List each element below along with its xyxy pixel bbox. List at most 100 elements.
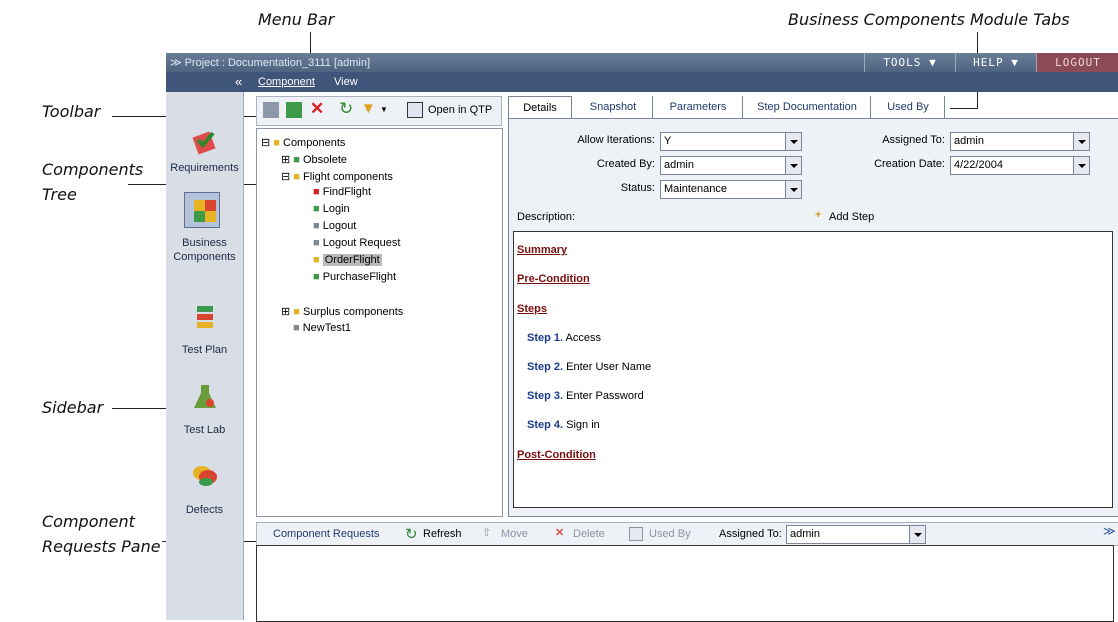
callout-components-tree-1: Components bbox=[42, 160, 144, 179]
tree-node-flight-components[interactable]: ⊟ ■ Flight components bbox=[281, 170, 393, 183]
new-folder-icon[interactable] bbox=[286, 102, 302, 118]
help-label: HELP bbox=[973, 56, 1004, 69]
component-requests-toolbar: Component Requests ↻ Refresh ⇧ Move ✕ De… bbox=[256, 522, 1118, 546]
assigned-to-label: Assigned To: bbox=[882, 134, 945, 146]
help-menu-button[interactable]: HELP ▼ bbox=[955, 53, 1036, 72]
step-item: Step 2. Enter User Name bbox=[527, 361, 651, 373]
tab-details[interactable]: Details bbox=[508, 96, 572, 119]
business-components-icon bbox=[193, 200, 216, 222]
dropdown-arrow-icon[interactable] bbox=[1073, 157, 1089, 174]
tree-node-orderflight[interactable]: ■ OrderFlight bbox=[313, 254, 382, 266]
used-by-button[interactable]: Used By bbox=[649, 528, 691, 540]
callout-requests-1: Component bbox=[42, 512, 135, 531]
requirements-icon bbox=[191, 131, 216, 155]
callout-module-tabs: Business Components Module Tabs bbox=[788, 10, 1070, 29]
callout-components-tree-2: Tree bbox=[42, 185, 77, 204]
dropdown-arrow-icon[interactable] bbox=[909, 526, 925, 543]
tab-label: Used By bbox=[887, 101, 929, 113]
created-by-select[interactable]: admin bbox=[660, 156, 802, 175]
sidebar-item-business-components[interactable]: Business Components bbox=[166, 196, 243, 263]
dropdown-arrow-icon[interactable] bbox=[785, 133, 801, 150]
tree-node-logout-request[interactable]: ■ Logout Request bbox=[313, 237, 400, 249]
tree-node-surplus-components[interactable]: ⊞ ■ Surplus components bbox=[281, 305, 403, 318]
move-up-icon: ⇧ bbox=[482, 527, 492, 539]
allow-iterations-select[interactable]: Y bbox=[660, 132, 802, 151]
summary-heading: Summary bbox=[517, 244, 568, 256]
used-by-icon bbox=[629, 527, 643, 541]
step-text: Sign in bbox=[563, 419, 600, 431]
requests-assigned-to-select[interactable]: admin bbox=[786, 525, 926, 544]
tab-label: Details bbox=[523, 102, 557, 114]
component-error-icon: ■ bbox=[313, 186, 320, 198]
sidebar: Requirements Business Components Test Pl… bbox=[166, 92, 244, 620]
tree-node-login[interactable]: ■ Login bbox=[313, 203, 350, 215]
component-requests-title: Component Requests bbox=[273, 528, 380, 540]
dropdown-arrow-icon[interactable] bbox=[785, 181, 801, 198]
tab-parameters[interactable]: Parameters bbox=[654, 96, 743, 118]
menu-component[interactable]: Component bbox=[258, 76, 315, 88]
delete-button[interactable]: Delete bbox=[573, 528, 605, 540]
steps-heading: Steps bbox=[517, 303, 547, 315]
tree-node-findflight[interactable]: ■ FindFlight bbox=[313, 186, 371, 198]
move-button[interactable]: Move bbox=[501, 528, 528, 540]
add-step-icon: + bbox=[815, 209, 822, 221]
callout-sidebar: Sidebar bbox=[42, 398, 104, 417]
creation-date-select[interactable]: 4/22/2004 bbox=[950, 156, 1090, 175]
tree-node-obsolete[interactable]: ⊞ ■ Obsolete bbox=[281, 153, 347, 166]
tree-node-newtest1[interactable]: ■ NewTest1 bbox=[293, 322, 351, 334]
status-value: Maintenance bbox=[664, 183, 727, 195]
menu-view[interactable]: View bbox=[334, 76, 358, 88]
expand-box-icon[interactable]: ⊞ bbox=[281, 154, 290, 166]
new-component-icon[interactable] bbox=[263, 102, 279, 118]
expand-pane-icon[interactable]: ≫ bbox=[1103, 524, 1116, 538]
test-lab-icon bbox=[193, 385, 216, 408]
dropdown-arrow-icon[interactable] bbox=[1073, 133, 1089, 150]
filter-icon[interactable]: ▼ bbox=[361, 100, 376, 117]
sidebar-item-defects[interactable]: Defects bbox=[166, 460, 243, 516]
sidebar-item-test-plan[interactable]: Test Plan bbox=[166, 302, 243, 356]
creation-date-value: 4/22/2004 bbox=[954, 159, 1003, 171]
tools-menu-button[interactable]: TOOLS ▼ bbox=[864, 53, 955, 72]
creation-date-label: Creation Date: bbox=[874, 158, 945, 170]
sidebar-item-label: Components bbox=[173, 251, 236, 263]
tab-used-by[interactable]: Used By bbox=[872, 96, 945, 118]
chevron-down-icon: ▼ bbox=[929, 56, 937, 69]
tab-label: Step Documentation bbox=[757, 101, 857, 113]
requests-assigned-to-value: admin bbox=[790, 528, 820, 540]
tab-step-documentation[interactable]: Step Documentation bbox=[744, 96, 871, 118]
description-editor[interactable]: Summary Pre-Condition Steps Step 1. Acce… bbox=[513, 231, 1113, 508]
tree-node-purchaseflight[interactable]: ■ PurchaseFlight bbox=[313, 271, 396, 283]
sidebar-item-label: Business bbox=[182, 237, 227, 249]
status-select[interactable]: Maintenance bbox=[660, 180, 802, 199]
created-by-value: admin bbox=[664, 159, 694, 171]
created-by-label: Created By: bbox=[596, 158, 655, 170]
sidebar-item-test-lab[interactable]: Test Lab bbox=[166, 382, 243, 436]
collapse-box-icon[interactable]: ⊟ bbox=[281, 171, 290, 183]
tree-node-components[interactable]: ⊟ ■ Components bbox=[261, 136, 345, 149]
folder-icon: ■ bbox=[293, 171, 300, 183]
delete-icon[interactable]: ✕ bbox=[310, 99, 324, 119]
tab-snapshot[interactable]: Snapshot bbox=[574, 96, 653, 118]
filter-dropdown-icon[interactable]: ▼ bbox=[380, 105, 388, 114]
refresh-button[interactable]: Refresh bbox=[423, 528, 462, 540]
chevron-down-icon: ▼ bbox=[1011, 56, 1019, 69]
sidebar-item-requirements[interactable]: Requirements bbox=[166, 126, 243, 174]
pre-condition-heading: Pre-Condition bbox=[517, 273, 590, 285]
refresh-icon[interactable]: ↻ bbox=[339, 99, 353, 119]
tree-node-label: Obsolete bbox=[303, 154, 348, 166]
components-tree: ⊟ ■ Components ⊞ ■ Obsolete ⊟ ■ Flight c… bbox=[256, 128, 503, 517]
logout-button[interactable]: LOGOUT bbox=[1036, 53, 1118, 72]
test-plan-icon bbox=[196, 306, 213, 328]
callout-toolbar: Toolbar bbox=[42, 102, 101, 121]
requests-assigned-to-label: Assigned To: bbox=[719, 528, 782, 540]
expand-box-icon[interactable]: ⊞ bbox=[281, 306, 290, 318]
collapse-box-icon[interactable]: ⊟ bbox=[261, 137, 270, 149]
assigned-to-select[interactable]: admin bbox=[950, 132, 1090, 151]
add-step-button[interactable]: Add Step bbox=[829, 211, 874, 223]
title-bar: ≫ Project : Documentation_3111 [admin] T… bbox=[166, 53, 1118, 72]
tree-node-logout[interactable]: ■ Logout bbox=[313, 220, 356, 232]
assigned-to-value: admin bbox=[954, 135, 984, 147]
open-in-qtp-button[interactable]: Open in QTP bbox=[428, 104, 492, 116]
dropdown-arrow-icon[interactable] bbox=[785, 157, 801, 174]
sidebar-collapse-icon[interactable]: « bbox=[235, 74, 242, 89]
